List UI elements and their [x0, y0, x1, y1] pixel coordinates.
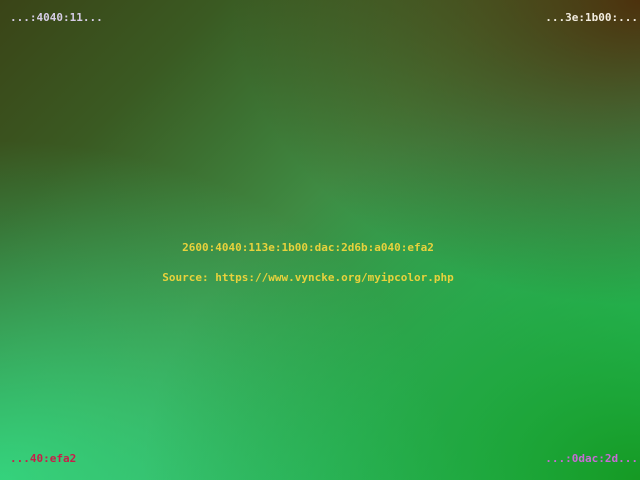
top-right-address-fragment: ...3e:1b00:...	[545, 11, 638, 24]
bottom-left-address-fragment: ...40:efa2	[10, 452, 77, 465]
ip-address-text: 2600:4040:113e:1b00:dac:2d6b:a040:efa2	[182, 241, 434, 254]
bottom-right-address-fragment: ...:0dac:2d...	[545, 452, 638, 465]
top-left-address-fragment: ...:4040:11...	[10, 11, 103, 24]
source-link-text: Source: https://www.vyncke.org/myipcolor…	[162, 271, 454, 284]
color-gradient-overlay	[0, 0, 640, 480]
